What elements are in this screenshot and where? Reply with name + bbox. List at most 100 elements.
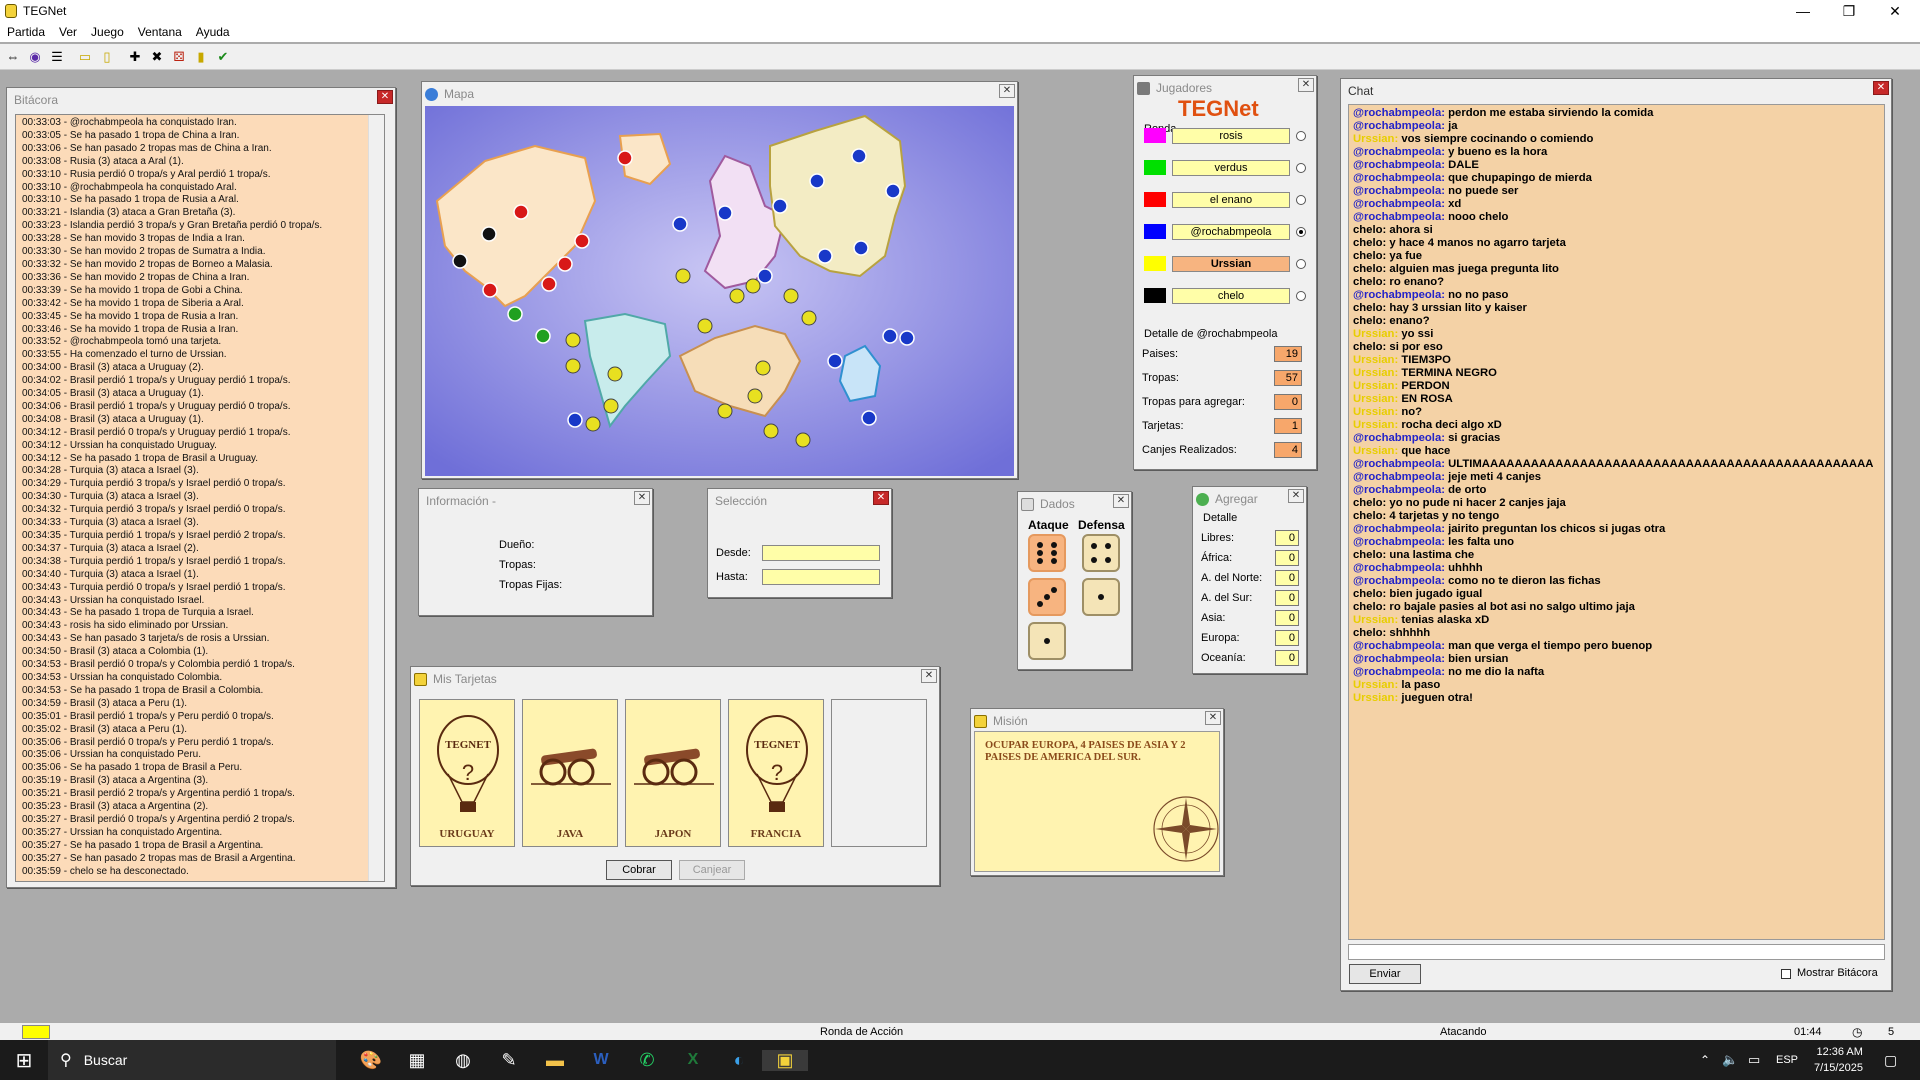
chat-message: chelo: shhhhh <box>1353 627 1880 640</box>
chat-author: @rochabmpeola: <box>1353 575 1445 587</box>
chat-message: @rochabmpeola: uhhhh <box>1353 562 1880 575</box>
cards-close-button[interactable]: ✕ <box>921 669 937 683</box>
log-line: 00:33:30 - Se han movido 2 tropas de Sum… <box>22 246 266 258</box>
log-line: 00:33:08 - Rusia (3) ataca a Aral (1). <box>22 155 184 167</box>
players-close-button[interactable]: ✕ <box>1298 78 1314 92</box>
dice-close-button[interactable]: ✕ <box>1113 494 1129 508</box>
player-radio[interactable] <box>1296 163 1306 173</box>
menu-juego[interactable]: Juego <box>84 25 131 39</box>
excel-app-icon[interactable]: X <box>670 1051 716 1069</box>
exchange-button[interactable]: Canjear <box>679 860 745 880</box>
dice-icon[interactable]: ⚄ <box>169 47 189 67</box>
menu-ayuda[interactable]: Ayuda <box>189 25 237 39</box>
country-card[interactable]: TEGNET? FRANCIA <box>728 699 824 847</box>
map-close-button[interactable]: ✕ <box>999 84 1015 98</box>
notification-icon[interactable]: ▢ <box>1884 1052 1897 1069</box>
chat-text: vos siempre cocinando o comiendo <box>1401 133 1594 145</box>
count-label: 5 <box>1888 1025 1895 1038</box>
chat-message: @rochabmpeola: nooo chelo <box>1353 211 1880 224</box>
menu-partida[interactable]: Partida <box>0 25 52 39</box>
taskbar-search[interactable]: ⚲ Buscar <box>48 1040 336 1080</box>
add-row-value: 0 <box>1275 550 1299 566</box>
country-card[interactable]: TEGNET? URUGUAY <box>419 699 515 847</box>
player-radio[interactable] <box>1296 131 1306 141</box>
windows-start-icon[interactable]: ⊞ <box>0 1048 48 1073</box>
mission-title: Misión <box>993 714 1028 728</box>
chat-input[interactable] <box>1348 944 1885 960</box>
log-line: 00:34:43 - rosis ha sido eliminado por U… <box>22 620 229 632</box>
log-line: 00:34:35 - Turquia perdió 1 tropa/s y Is… <box>22 530 286 541</box>
chat-author: @rochabmpeola: <box>1353 640 1445 652</box>
player-name: el enano <box>1172 192 1290 208</box>
player-radio[interactable] <box>1296 259 1306 269</box>
whatsapp-app-icon[interactable]: ✆ <box>624 1050 670 1071</box>
selection-close-button[interactable]: ✕ <box>873 491 889 505</box>
log-close-button[interactable]: ✕ <box>377 90 393 104</box>
card-icon[interactable]: ▭ <box>75 47 95 67</box>
chat-message: @rochabmpeola: perdon me estaba sirviend… <box>1353 107 1880 120</box>
network-icon[interactable]: ▭ <box>1748 1052 1760 1068</box>
chat-message: @rochabmpeola: no no paso <box>1353 289 1880 302</box>
player-radio[interactable] <box>1296 227 1306 237</box>
country-card[interactable]: JAPON <box>625 699 721 847</box>
player-radio[interactable] <box>1296 291 1306 301</box>
globe-icon[interactable]: ◉ <box>25 47 45 67</box>
menu-ver[interactable]: Ver <box>52 25 84 39</box>
calculator-app-icon[interactable]: ▦ <box>394 1050 440 1071</box>
browser-app-icon[interactable]: ◍ <box>440 1050 486 1071</box>
swords-icon[interactable]: ✖ <box>147 47 167 67</box>
chat-close-button[interactable]: ✕ <box>1873 81 1889 95</box>
send-button[interactable]: Enviar <box>1349 964 1421 984</box>
from-field[interactable] <box>762 545 880 561</box>
search-placeholder: Buscar <box>83 1052 128 1068</box>
tray-up-icon[interactable]: ⌃ <box>1700 1053 1710 1067</box>
cards-icon[interactable]: ▮ <box>191 47 211 67</box>
info-close-button[interactable]: ✕ <box>634 491 650 505</box>
chat-author: Urssian: <box>1353 393 1399 405</box>
player-radio[interactable] <box>1296 195 1306 205</box>
mission-close-button[interactable]: ✕ <box>1205 711 1221 725</box>
language-label[interactable]: ESP <box>1776 1054 1798 1066</box>
tegnet-app-icon[interactable]: ▣ <box>762 1049 808 1071</box>
list-icon[interactable]: ☰ <box>47 47 67 67</box>
clock[interactable]: 12:36 AM 7/15/2025 <box>1814 1044 1863 1076</box>
volume-icon[interactable]: 🔈 <box>1722 1052 1738 1068</box>
card2-icon[interactable]: ▯ <box>97 47 117 67</box>
check-icon[interactable]: ✔ <box>213 47 233 67</box>
edge-app-icon[interactable]: ◐ <box>716 1050 762 1071</box>
log-title: Bitácora <box>14 93 59 107</box>
minimize-button[interactable]: — <box>1780 0 1826 22</box>
show-log-checkbox[interactable] <box>1781 969 1791 979</box>
add-window: Agregar ✕ Detalle Libres: 0 África: 0 A. del… <box>1192 486 1307 674</box>
folder-app-icon[interactable]: ▬ <box>532 1050 578 1071</box>
chat-text: man que verga el tiempo pero buenop <box>1448 640 1653 652</box>
chat-message: Urssian: vos siempre cocinando o comiend… <box>1353 133 1880 146</box>
globe-icon <box>425 87 438 101</box>
notepad-app-icon[interactable]: ✎ <box>486 1050 532 1071</box>
chat-author: @rochabmpeola: <box>1353 146 1445 158</box>
player-row: rosis <box>1144 126 1312 146</box>
redeem-button[interactable]: Cobrar <box>606 860 672 880</box>
paint-app-icon[interactable]: 🎨 <box>348 1050 394 1071</box>
chat-author: Urssian: <box>1353 367 1399 379</box>
players-icon <box>1137 81 1150 95</box>
word-app-icon[interactable]: W <box>578 1051 624 1069</box>
attack-die-1 <box>1028 534 1066 572</box>
close-button[interactable]: ✕ <box>1872 0 1918 22</box>
log-line: 00:35:27 - Se han pasado 2 tropas mas de… <box>22 852 296 864</box>
log-line: 00:34:12 - Urssian ha conquistado Urugua… <box>22 439 217 451</box>
chat-text: TIEM3PO <box>1401 354 1451 366</box>
maximize-button[interactable]: ❐ <box>1826 0 1872 22</box>
chat-message: @rochabmpeola: y bueno es la hora <box>1353 146 1880 159</box>
chat-text: enano? <box>1389 315 1430 327</box>
country-card[interactable]: JAVA <box>522 699 618 847</box>
connect-icon[interactable]: ⇔ <box>3 47 23 67</box>
to-field[interactable] <box>762 569 880 585</box>
chat-author: @rochabmpeola: <box>1353 211 1445 223</box>
add-icon[interactable]: ✚ <box>125 47 145 67</box>
log-scrollbar[interactable] <box>368 115 384 881</box>
chat-author: chelo: <box>1353 224 1387 236</box>
add-close-button[interactable]: ✕ <box>1288 489 1304 503</box>
world-map[interactable] <box>425 106 1014 476</box>
menu-ventana[interactable]: Ventana <box>131 25 189 39</box>
